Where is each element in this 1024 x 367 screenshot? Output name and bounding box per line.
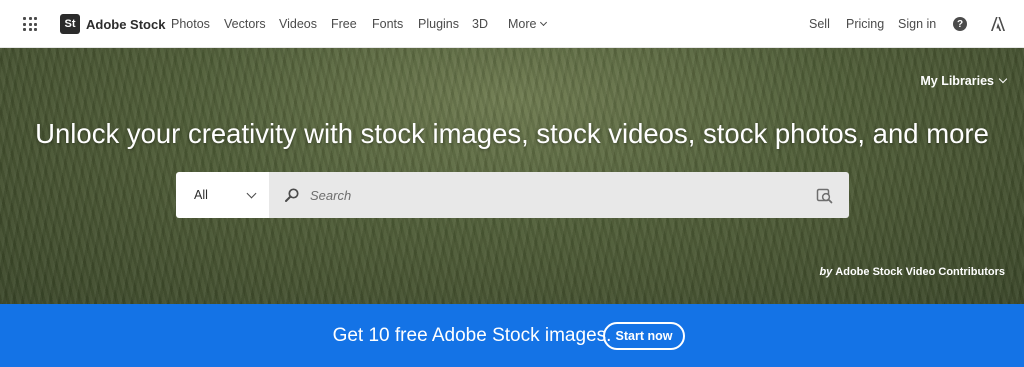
- nav-3d[interactable]: 3D: [472, 17, 488, 31]
- nav-more[interactable]: More: [508, 17, 548, 31]
- search-bar: All: [176, 172, 849, 218]
- brand-logo[interactable]: St Adobe Stock: [60, 14, 165, 34]
- brand-name: Adobe Stock: [86, 16, 166, 32]
- brand-badge: St: [60, 14, 80, 34]
- search-type-select[interactable]: All: [176, 172, 269, 218]
- chevron-down-icon: [998, 74, 1008, 84]
- nav-videos[interactable]: Videos: [279, 17, 317, 31]
- nav-free[interactable]: Free: [331, 17, 357, 31]
- my-libraries-dropdown[interactable]: My Libraries: [920, 74, 1008, 88]
- credit-prefix: by: [819, 266, 833, 278]
- chevron-down-icon: [246, 188, 257, 199]
- nav-sell[interactable]: Sell: [809, 17, 830, 31]
- search-field: [269, 172, 849, 218]
- promo-text: Get 10 free Adobe Stock images.: [332, 324, 612, 346]
- nav-fonts[interactable]: Fonts: [372, 17, 403, 31]
- my-libraries-label: My Libraries: [920, 74, 994, 88]
- hero-banner: My Libraries Unlock your creativity with…: [0, 48, 1024, 304]
- nav-vectors[interactable]: Vectors: [224, 17, 266, 31]
- visual-search-icon[interactable]: [816, 187, 833, 204]
- hero-headline: Unlock your creativity with stock images…: [35, 118, 989, 149]
- app-grid-icon[interactable]: [23, 17, 37, 31]
- chevron-down-icon: [540, 18, 548, 27]
- top-navigation: St Adobe Stock Photos Vectors Videos Fre…: [0, 0, 1024, 48]
- search-input[interactable]: [269, 172, 849, 218]
- search-icon: [285, 188, 299, 202]
- help-icon[interactable]: ?: [953, 17, 967, 31]
- sign-in-link[interactable]: Sign in: [898, 17, 936, 31]
- nav-photos[interactable]: Photos: [171, 17, 210, 31]
- nav-plugins[interactable]: Plugins: [418, 17, 459, 31]
- start-now-button[interactable]: Start now: [603, 322, 685, 350]
- credit-name[interactable]: Adobe Stock Video Contributors: [835, 266, 1005, 278]
- nav-pricing[interactable]: Pricing: [846, 17, 884, 31]
- adobe-logo-icon[interactable]: [990, 16, 1006, 32]
- search-type-value: All: [194, 188, 208, 202]
- promo-banner: Get 10 free Adobe Stock images. Start no…: [0, 304, 1024, 367]
- image-credit: by Adobe Stock Video Contributors: [819, 266, 1005, 278]
- nav-more-label: More: [508, 17, 537, 31]
